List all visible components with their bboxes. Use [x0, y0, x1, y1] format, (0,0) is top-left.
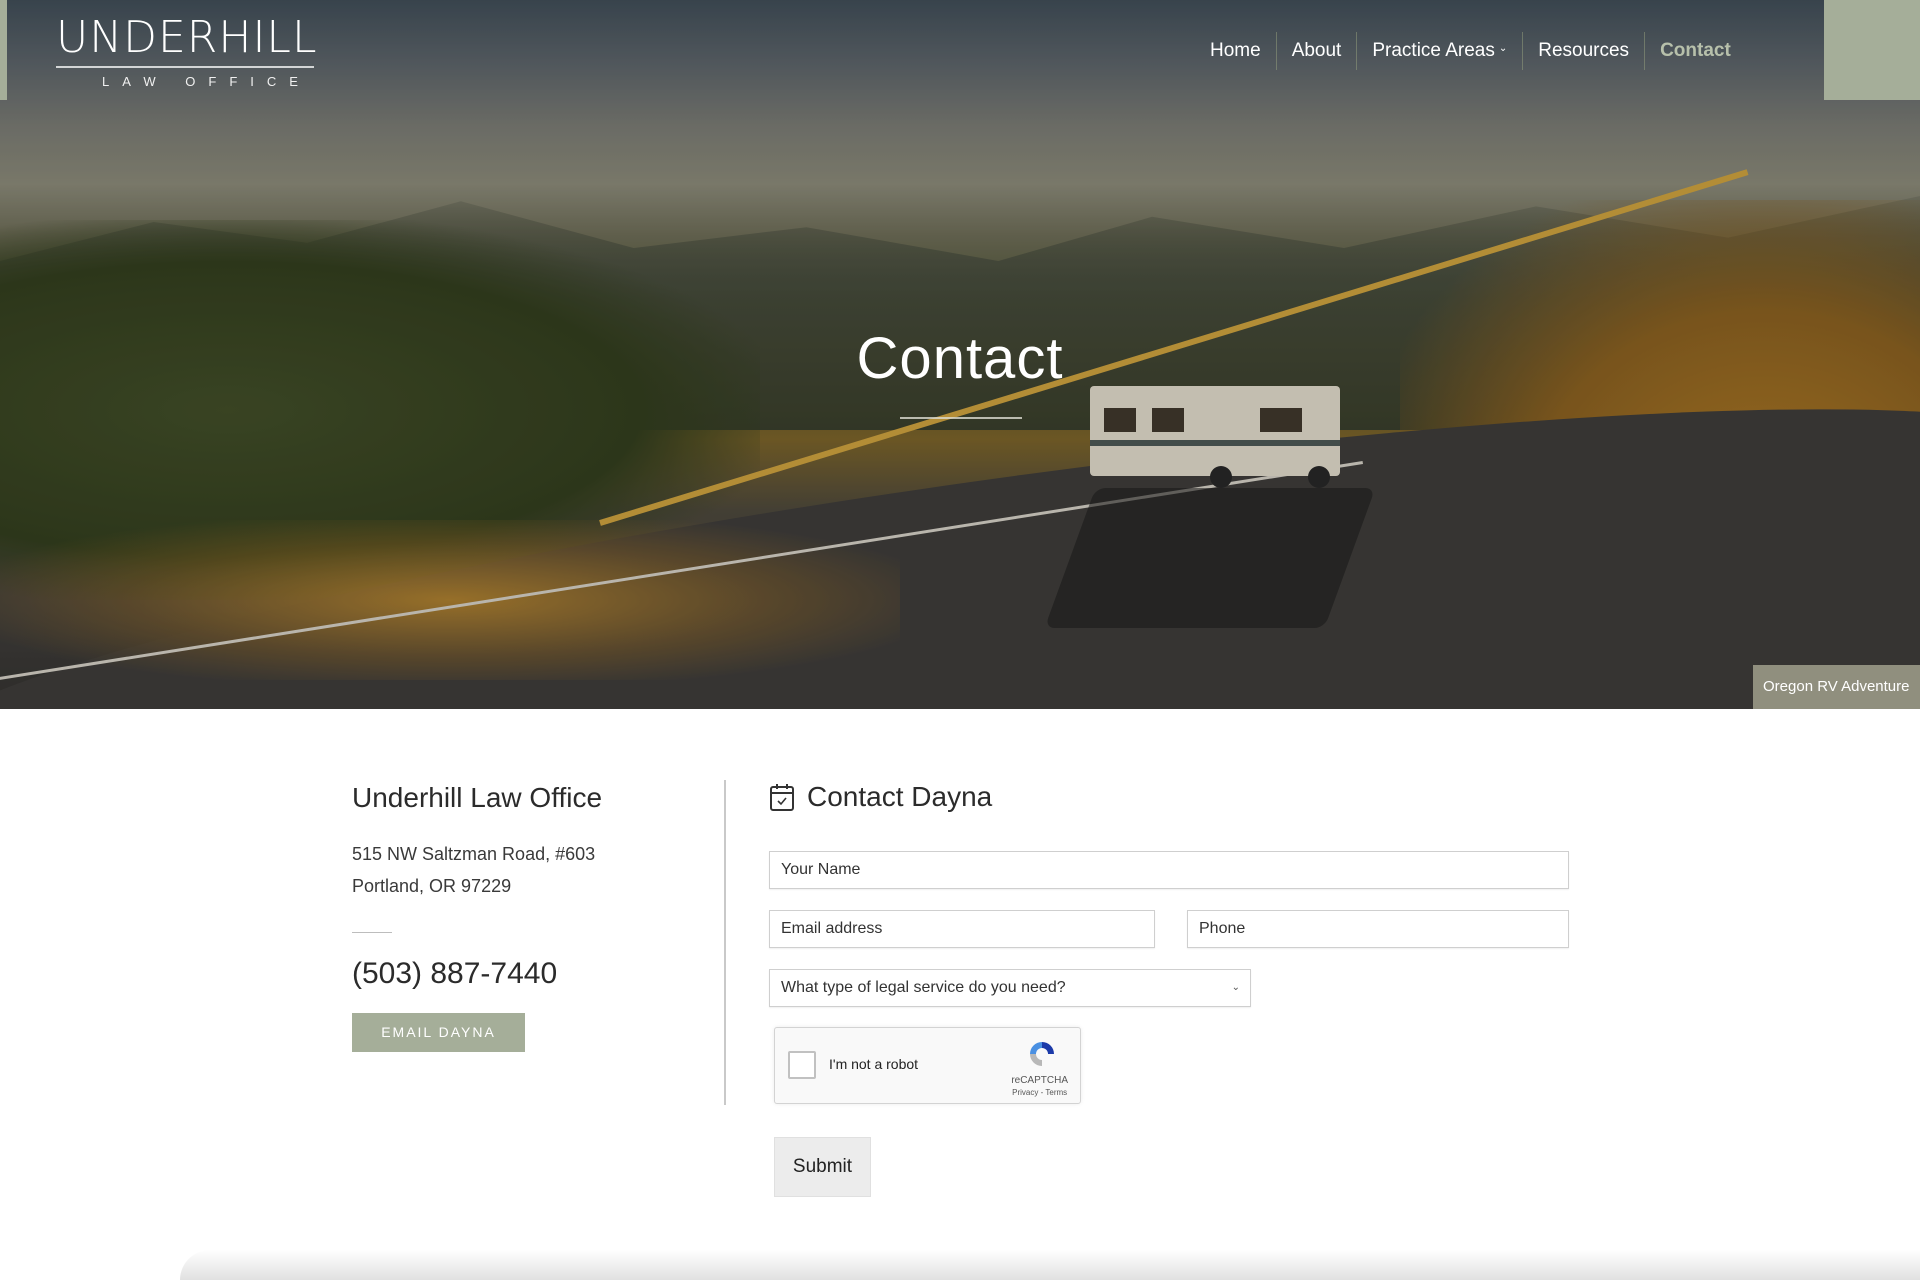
logo-tagline: LAW OFFICE — [102, 74, 311, 89]
recaptcha-logo-icon — [1030, 1042, 1054, 1066]
service-select[interactable]: What type of legal service do you need? … — [769, 969, 1251, 1007]
nav-item-resources[interactable]: Resources — [1522, 32, 1644, 70]
address-line-2: Portland, OR 97229 — [352, 876, 512, 896]
phone-link[interactable]: (503) 887-7440 — [352, 957, 712, 991]
page-title: Contact — [856, 326, 1064, 391]
recaptcha-links: Privacy - Terms — [1011, 1087, 1068, 1099]
site-logo[interactable]: UNDERHILL LAW OFFICE — [56, 14, 316, 89]
submit-button[interactable]: Submit — [774, 1137, 871, 1197]
recaptcha-privacy-link[interactable]: Privacy — [1012, 1088, 1038, 1097]
recaptcha-brand: reCAPTCHA Privacy - Terms — [1011, 1075, 1068, 1099]
phone-input[interactable]: Phone — [1187, 910, 1569, 948]
header-accent-box — [1824, 0, 1920, 100]
logo-accent-bar — [0, 0, 7, 100]
form-title: Contact Dayna — [807, 781, 993, 812]
service-select-value: What type of legal service do you need? — [781, 979, 1066, 996]
nav-item-home[interactable]: Home — [1195, 32, 1276, 70]
recaptcha-widget: I'm not a robot reCAPTCHA Privacy - Term… — [774, 1027, 1081, 1104]
nav-label: Resources — [1538, 40, 1630, 61]
column-divider — [724, 780, 726, 1105]
contact-form: Contact Dayna Your Name Email address Ph… — [769, 775, 1579, 1197]
office-info: Underhill Law Office 515 NW Saltzman Roa… — [352, 780, 712, 1052]
nav-label: Home — [1210, 40, 1261, 61]
recaptcha-terms-link[interactable]: Terms — [1045, 1088, 1067, 1097]
chevron-down-icon: ⌄ — [1231, 982, 1240, 993]
chevron-down-icon: ⌄ — [1498, 42, 1508, 54]
calendar-check-icon — [770, 784, 794, 811]
logo-name: UNDERHILL — [56, 12, 318, 63]
email-dayna-button[interactable]: EMAIL DAYNA — [352, 1013, 525, 1052]
recaptcha-checkbox[interactable] — [788, 1051, 816, 1079]
nav-label: About — [1291, 40, 1342, 61]
nav-item-practice-areas[interactable]: Practice Areas ⌄ — [1356, 32, 1522, 70]
recaptcha-brand-text: reCAPTCHA — [1011, 1075, 1068, 1086]
form-header: Contact Dayna — [769, 775, 1579, 819]
office-title: Underhill Law Office — [352, 782, 603, 813]
recaptcha-label: I'm not a robot — [829, 1056, 919, 1072]
office-address: 515 NW Saltzman Road, #603 Portland, OR … — [352, 838, 712, 902]
nav-label: Contact — [1660, 40, 1731, 61]
divider — [352, 932, 392, 933]
main-nav: Home About Practice Areas ⌄ Resources Con… — [1195, 32, 1746, 70]
nav-item-about[interactable]: About — [1275, 32, 1357, 70]
hero-banner: UNDERHILL LAW OFFICE Home About Practice… — [0, 0, 1920, 709]
image-caption: Oregon RV Adventure — [1753, 665, 1920, 709]
address-line-1: 515 NW Saltzman Road, #603 — [352, 844, 596, 864]
recaptcha-separator: - — [1040, 1088, 1044, 1097]
email-input[interactable]: Email address — [769, 910, 1155, 948]
title-underline — [900, 417, 1022, 419]
nav-item-contact[interactable]: Contact — [1644, 32, 1746, 70]
footer-shadow — [180, 1250, 1920, 1280]
nav-label: Practice Areas — [1372, 40, 1495, 61]
name-input[interactable]: Your Name — [769, 851, 1569, 889]
logo-rule — [56, 66, 314, 68]
